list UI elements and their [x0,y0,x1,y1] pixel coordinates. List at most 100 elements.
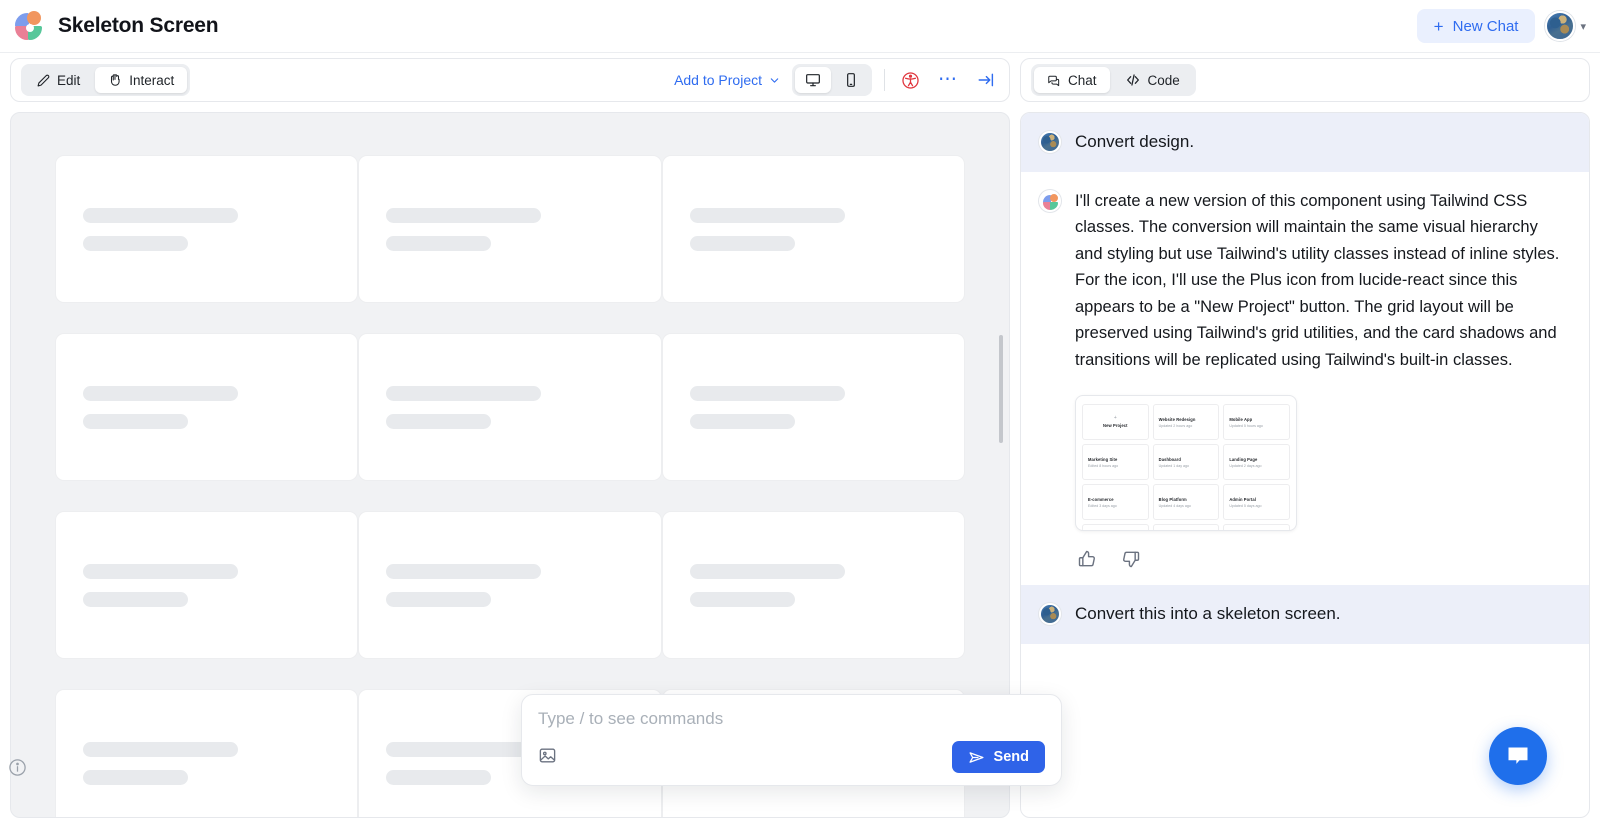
device-desktop-button[interactable] [795,67,831,93]
thumbnail-card-title: Admin Portal [1229,496,1257,502]
chat-message-user: Convert design. [1021,113,1589,172]
avatar [1039,603,1061,625]
thumbnail-card-subtitle: Edited 3 days ago [1088,503,1117,508]
skeleton-bar-short [83,591,188,607]
skeleton-bar-short [689,413,795,429]
send-paper-plane-icon [969,751,984,763]
message-feedback [1075,549,1569,569]
skeleton-card [661,511,965,659]
accessibility-icon [901,71,919,89]
support-chat-fab[interactable] [1489,727,1547,785]
skeleton-bar-long [83,563,238,579]
info-circle-icon [9,759,26,776]
tab-edit[interactable]: Edit [24,67,93,93]
thumbnail-card: Help CenterUpdated 2 weeks ago [1223,524,1290,530]
skeleton-bar-short [386,769,492,785]
thumbnail-card: E-commerce Edited 3 days ago [1082,484,1149,520]
new-chat-label: New Chat [1452,17,1519,35]
tab-interact[interactable]: Interact [95,67,188,93]
message-text: Convert this into a skeleton screen. [1075,604,1341,623]
skeleton-bar-short [386,591,492,607]
thumbnail-card-subtitle: Updated 2 days ago [1229,463,1262,468]
thumbnail-card: + New Project [1082,404,1149,440]
skeleton-bar-long [386,385,542,401]
skeleton-card [661,333,965,481]
thumbnail-card: Mobile App Updated 5 hours ago [1223,404,1290,440]
thumbnail-card-subtitle: Updated 2 hours ago [1158,423,1193,428]
skeleton-card [358,511,662,659]
chat-toolbar: Chat Code [1020,58,1590,102]
new-chat-button[interactable]: + New Chat [1416,9,1536,43]
thumbnail-card-grid: + New Project Website Redesign Updated 2 ho… [1082,404,1290,530]
thumbs-down-icon[interactable] [1121,549,1141,569]
send-label: Send [993,749,1029,765]
attach-image-button[interactable] [538,746,557,768]
skeleton-bar-short [386,413,492,429]
add-to-project-button[interactable]: Add to Project [674,72,780,88]
thumbnail-card-subtitle: Updated 4 days ago [1158,503,1191,508]
thumbnail-card-title: Landing Page [1229,456,1258,462]
tab-code-label: Code [1147,72,1180,88]
more-options-button[interactable]: ⋯ [935,67,961,93]
thumbnail-card-subtitle: Edited 8 hours ago [1088,463,1119,468]
pencil-icon [37,74,50,86]
canvas-toolbar-actions: Add to Project ⋯ [674,64,999,96]
skeleton-bar-short [83,769,188,785]
flower-logo-icon [14,11,44,41]
chat-message-list[interactable]: Convert design. I'll create a new versio… [1020,112,1590,818]
message-text: I'll create a new version of this compon… [1075,191,1560,369]
collapse-right-icon [978,73,994,87]
send-button[interactable]: Send [951,741,1045,773]
skeleton-bar-long [386,563,542,579]
accessibility-button[interactable] [897,67,923,93]
thumbs-up-icon[interactable] [1077,549,1097,569]
chat-message-assistant: I'll create a new version of this compon… [1021,171,1589,585]
skeleton-card [358,155,662,303]
skeleton-bar-long [689,563,845,579]
brand: Skeleton Screen [0,11,219,41]
skeleton-bar-long [689,385,845,401]
chevron-down-icon [770,77,779,83]
device-mobile-button[interactable] [833,67,869,93]
info-button[interactable] [8,758,27,782]
collapse-panel-button[interactable] [973,67,999,93]
code-brackets-icon [1126,74,1139,86]
device-segmented-control [792,64,872,96]
phone-icon [847,73,855,87]
avatar [1545,11,1576,41]
thumbnail-card-title: New Project [1103,423,1128,428]
chat-bubble-icon [1508,747,1528,764]
add-to-project-label: Add to Project [674,72,762,88]
assistant-avatar-icon [1039,189,1061,212]
chat-message-user: Convert this into a skeleton screen. [1021,585,1589,644]
thumbnail-card-subtitle: Updated 1 day ago [1158,463,1190,468]
skeleton-bar-long [83,741,238,757]
skeleton-bar-long [83,385,238,401]
top-bar: Skeleton Screen + New Chat ▾ [0,0,1600,53]
skeleton-card [55,689,359,817]
toolbar-divider [884,69,885,91]
tab-chat-label: Chat [1068,72,1097,88]
image-attach-icon [539,748,556,763]
message-input[interactable] [538,709,1045,729]
tab-chat[interactable]: Chat [1034,67,1110,93]
plus-icon: + [1113,415,1117,421]
avatar [1039,131,1061,153]
skeleton-card [55,155,359,303]
account-menu[interactable]: ▾ [1545,11,1586,41]
skeleton-bar-short [689,591,795,607]
generated-preview-thumbnail[interactable]: + New Project Website Redesign Updated 2 ho… [1075,395,1297,531]
composer-actions: Send [538,741,1045,773]
thumbnail-card-title: Marketing Site [1088,456,1118,462]
ellipsis-icon: ⋯ [938,69,958,90]
tab-code[interactable]: Code [1112,67,1193,93]
thumbnail-card: Marketing Site Edited 8 hours ago [1082,444,1149,480]
thumbnail-card-title: Mobile App [1229,416,1253,422]
skeleton-bar-long [386,741,542,757]
vertical-scrollbar[interactable] [999,335,1003,443]
skeleton-bar-short [83,413,188,429]
thumbnail-card: CRM SystemUpdated 1 week ago [1152,524,1220,530]
chat-bubbles-icon [1048,75,1060,87]
hand-icon [111,74,120,86]
plus-icon: + [1433,16,1444,36]
